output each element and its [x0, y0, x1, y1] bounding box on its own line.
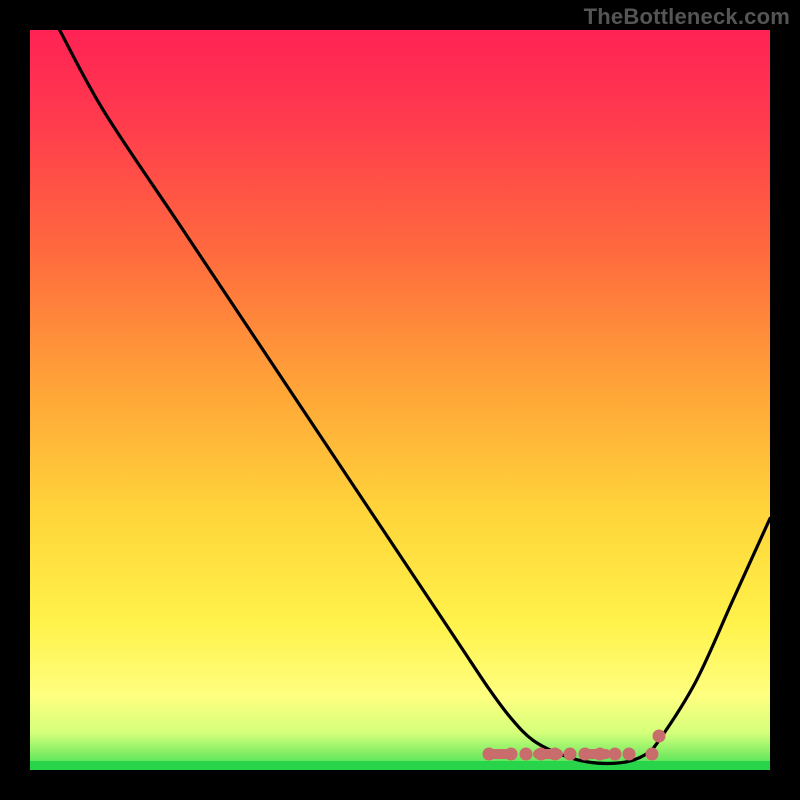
- chart-container: TheBottleneck.com: [0, 0, 800, 800]
- watermark-text: TheBottleneck.com: [584, 4, 790, 30]
- bottleneck-curve: [30, 30, 770, 770]
- plot-area: [30, 30, 770, 770]
